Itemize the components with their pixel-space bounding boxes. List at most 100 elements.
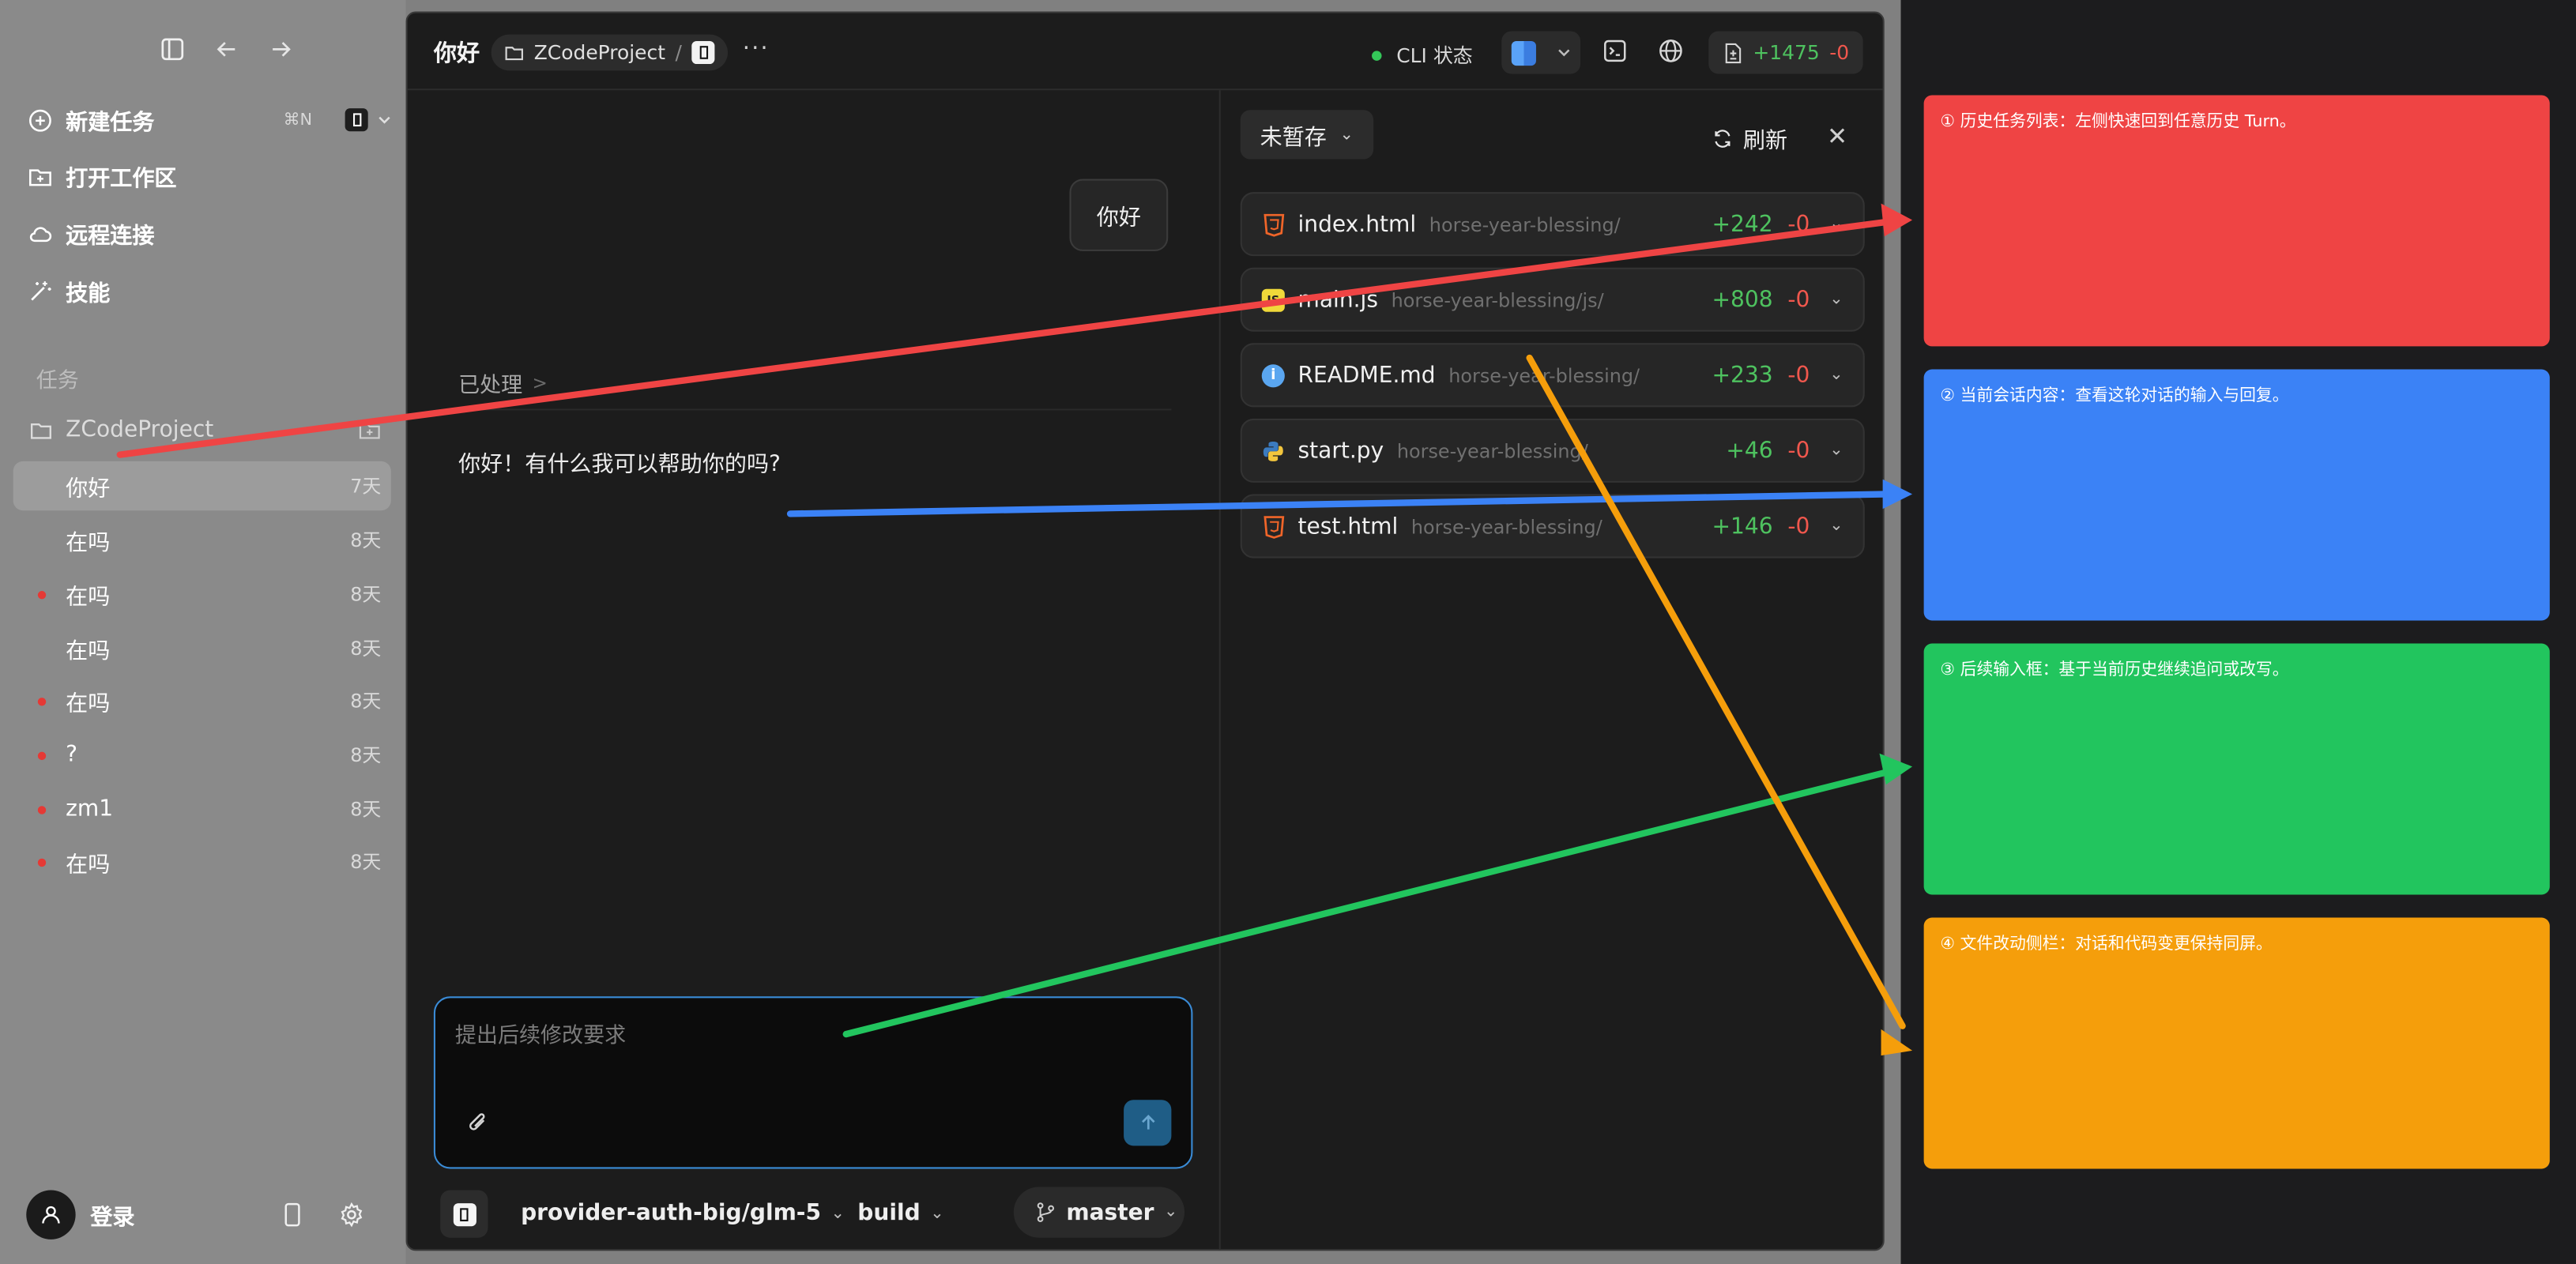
avatar[interactable] xyxy=(26,1190,76,1240)
project-folder[interactable]: ZCodeProject xyxy=(29,414,381,447)
app-logo-icon xyxy=(345,108,368,132)
close-icon[interactable]: ✕ xyxy=(1827,122,1847,151)
file-row[interactable]: i README.md horse-year-blessing/ +233 -0 … xyxy=(1240,343,1865,408)
chevron-down-icon xyxy=(1558,49,1570,57)
mobile-icon[interactable] xyxy=(281,1202,307,1228)
mode-selector[interactable]: build ⌄ xyxy=(857,1200,943,1226)
annotation-text: ③ 后续输入框：基于当前历史继续追问或改写。 xyxy=(1940,661,2289,680)
chevron-right-icon: > xyxy=(532,372,548,394)
open-in-app-dropdown[interactable] xyxy=(1501,31,1581,74)
diff-deletions: -0 xyxy=(1829,40,1850,65)
unstaged-dropdown[interactable]: 未暂存 ⌄ xyxy=(1240,110,1374,160)
file-path: horse-year-blessing/ xyxy=(1448,363,1640,387)
new-task-button[interactable]: 新建任务 ⌘N xyxy=(26,96,391,145)
task-item[interactable]: 在吗 8天 xyxy=(13,570,391,619)
branch-selector[interactable]: master ⌄ xyxy=(1013,1187,1185,1238)
user-message: 你好 xyxy=(1069,179,1169,251)
task-age: 7天 xyxy=(350,474,382,498)
html-icon xyxy=(1262,514,1285,538)
chevron-down-icon[interactable]: ⌄ xyxy=(1829,442,1843,460)
task-label: 在吗 xyxy=(66,690,111,718)
file-name: main.js xyxy=(1297,286,1378,313)
task-item[interactable]: ? 8天 xyxy=(13,731,391,780)
task-label: 在吗 xyxy=(66,638,111,665)
file-row[interactable]: start.py horse-year-blessing/ +46 -0 ⌄ xyxy=(1240,418,1865,483)
annotation-text: ② 当前会话内容：查看这轮对话的输入与回复。 xyxy=(1940,387,2289,406)
remote-connect-button[interactable]: 远程连接 xyxy=(26,209,391,258)
skills-button[interactable]: 技能 xyxy=(26,266,391,315)
magic-wand-icon xyxy=(26,277,52,303)
forward-arrow-icon[interactable] xyxy=(268,36,297,66)
processed-toggle[interactable]: 已处理 > xyxy=(458,367,548,399)
js-icon: JS xyxy=(1261,288,1285,311)
agent-badge[interactable] xyxy=(440,1190,488,1238)
file-deletions: -0 xyxy=(1787,437,1810,465)
task-age: 8天 xyxy=(350,637,382,660)
tasks-section-title: 任务 xyxy=(36,369,79,394)
annotation-panel: ① 历史任务列表：左侧快速回到任意历史 Turn。 ② 当前会话内容：查看这轮对… xyxy=(1900,0,2576,1264)
follow-up-input[interactable]: 提出后续修改要求 xyxy=(433,996,1193,1169)
task-item[interactable]: 在吗 8天 xyxy=(13,676,391,725)
breadcrumb-separator: / xyxy=(675,40,682,65)
unread-dot xyxy=(37,697,47,705)
file-deletions: -0 xyxy=(1787,286,1810,313)
cli-status[interactable]: CLI 状态 xyxy=(1372,41,1473,69)
task-age: 8天 xyxy=(350,689,382,713)
open-workspace-button[interactable]: 打开工作区 xyxy=(26,151,391,200)
chevron-down-icon[interactable]: ⌄ xyxy=(1829,517,1843,536)
refresh-button[interactable]: 刷新 xyxy=(1712,122,1787,154)
chevron-down-icon[interactable] xyxy=(378,113,391,126)
task-item[interactable]: 在吗 8天 xyxy=(13,624,391,673)
refresh-icon xyxy=(1715,129,1731,147)
task-item[interactable]: 在吗 8天 xyxy=(13,515,391,564)
assistant-reply: 你好！有什么我可以帮助你的吗? xyxy=(458,451,781,478)
breadcrumb[interactable]: ZCodeProject / xyxy=(491,34,729,71)
skills-label: 技能 xyxy=(66,280,111,307)
send-button[interactable] xyxy=(1124,1100,1172,1146)
sidebar: 新建任务 ⌘N 打开工作区 远程连接 技能 任务 ZCodeProject 你好… xyxy=(0,0,406,1264)
diff-summary-button[interactable]: +1475 -0 xyxy=(1708,31,1863,74)
chevron-down-icon[interactable]: ⌄ xyxy=(1829,291,1843,309)
unread-dot xyxy=(37,805,47,814)
terminal-icon[interactable] xyxy=(1602,38,1629,66)
task-label: 你好 xyxy=(66,476,111,502)
annotation-text: ④ 文件改动侧栏：对话和代码变更保持同屏。 xyxy=(1940,935,2273,954)
task-item[interactable]: 在吗 8天 xyxy=(13,837,391,886)
shortcut-text: ⌘N xyxy=(283,111,313,130)
sidebar-toggle-icon[interactable] xyxy=(160,36,189,66)
add-task-icon[interactable] xyxy=(358,419,381,442)
more-options-icon[interactable]: ··· xyxy=(743,36,770,62)
chevron-down-icon[interactable]: ⌄ xyxy=(1829,366,1843,384)
folder-plus-icon xyxy=(26,163,52,189)
file-path: horse-year-blessing/ xyxy=(1396,438,1588,462)
task-age: 8天 xyxy=(350,529,382,552)
task-age: 8天 xyxy=(350,797,382,821)
task-age: 8天 xyxy=(350,850,382,874)
status-dot xyxy=(1372,50,1382,60)
paperclip-icon[interactable] xyxy=(465,1110,494,1139)
globe-icon[interactable] xyxy=(1658,38,1685,66)
file-additions: +808 xyxy=(1712,286,1773,313)
task-item[interactable]: 你好 7天 xyxy=(13,461,391,511)
task-label: ? xyxy=(66,742,78,769)
file-name: start.py xyxy=(1297,437,1384,465)
unread-dot xyxy=(37,590,47,599)
gear-icon[interactable] xyxy=(338,1202,364,1228)
unstaged-label: 未暂存 xyxy=(1260,124,1327,152)
file-row[interactable]: JS main.js horse-year-blessing/js/ +808-… xyxy=(1240,267,1865,332)
back-arrow-icon[interactable] xyxy=(213,36,243,66)
branch-label: master xyxy=(1066,1198,1154,1226)
plus-circle-icon xyxy=(26,107,52,133)
new-task-shortcut: ⌘N xyxy=(283,108,391,132)
file-row[interactable]: index.html horse-year-blessing/ +242 -0 ⌄ xyxy=(1240,192,1865,257)
login-button[interactable]: 登录 xyxy=(90,1198,134,1231)
html-icon xyxy=(1262,213,1285,236)
model-selector[interactable]: provider-auth-big/glm-5 ⌄ xyxy=(521,1200,845,1226)
file-path: horse-year-blessing/ xyxy=(1410,514,1602,538)
task-item[interactable]: zm1 8天 xyxy=(13,784,391,833)
chevron-down-icon[interactable]: ⌄ xyxy=(1829,215,1843,233)
chevron-down-icon: ⌄ xyxy=(930,1204,944,1222)
page-title: 你好 xyxy=(433,40,480,68)
file-row[interactable]: test.html horse-year-blessing/ +146 -0 ⌄ xyxy=(1240,494,1865,559)
file-deletions: -0 xyxy=(1787,513,1810,540)
